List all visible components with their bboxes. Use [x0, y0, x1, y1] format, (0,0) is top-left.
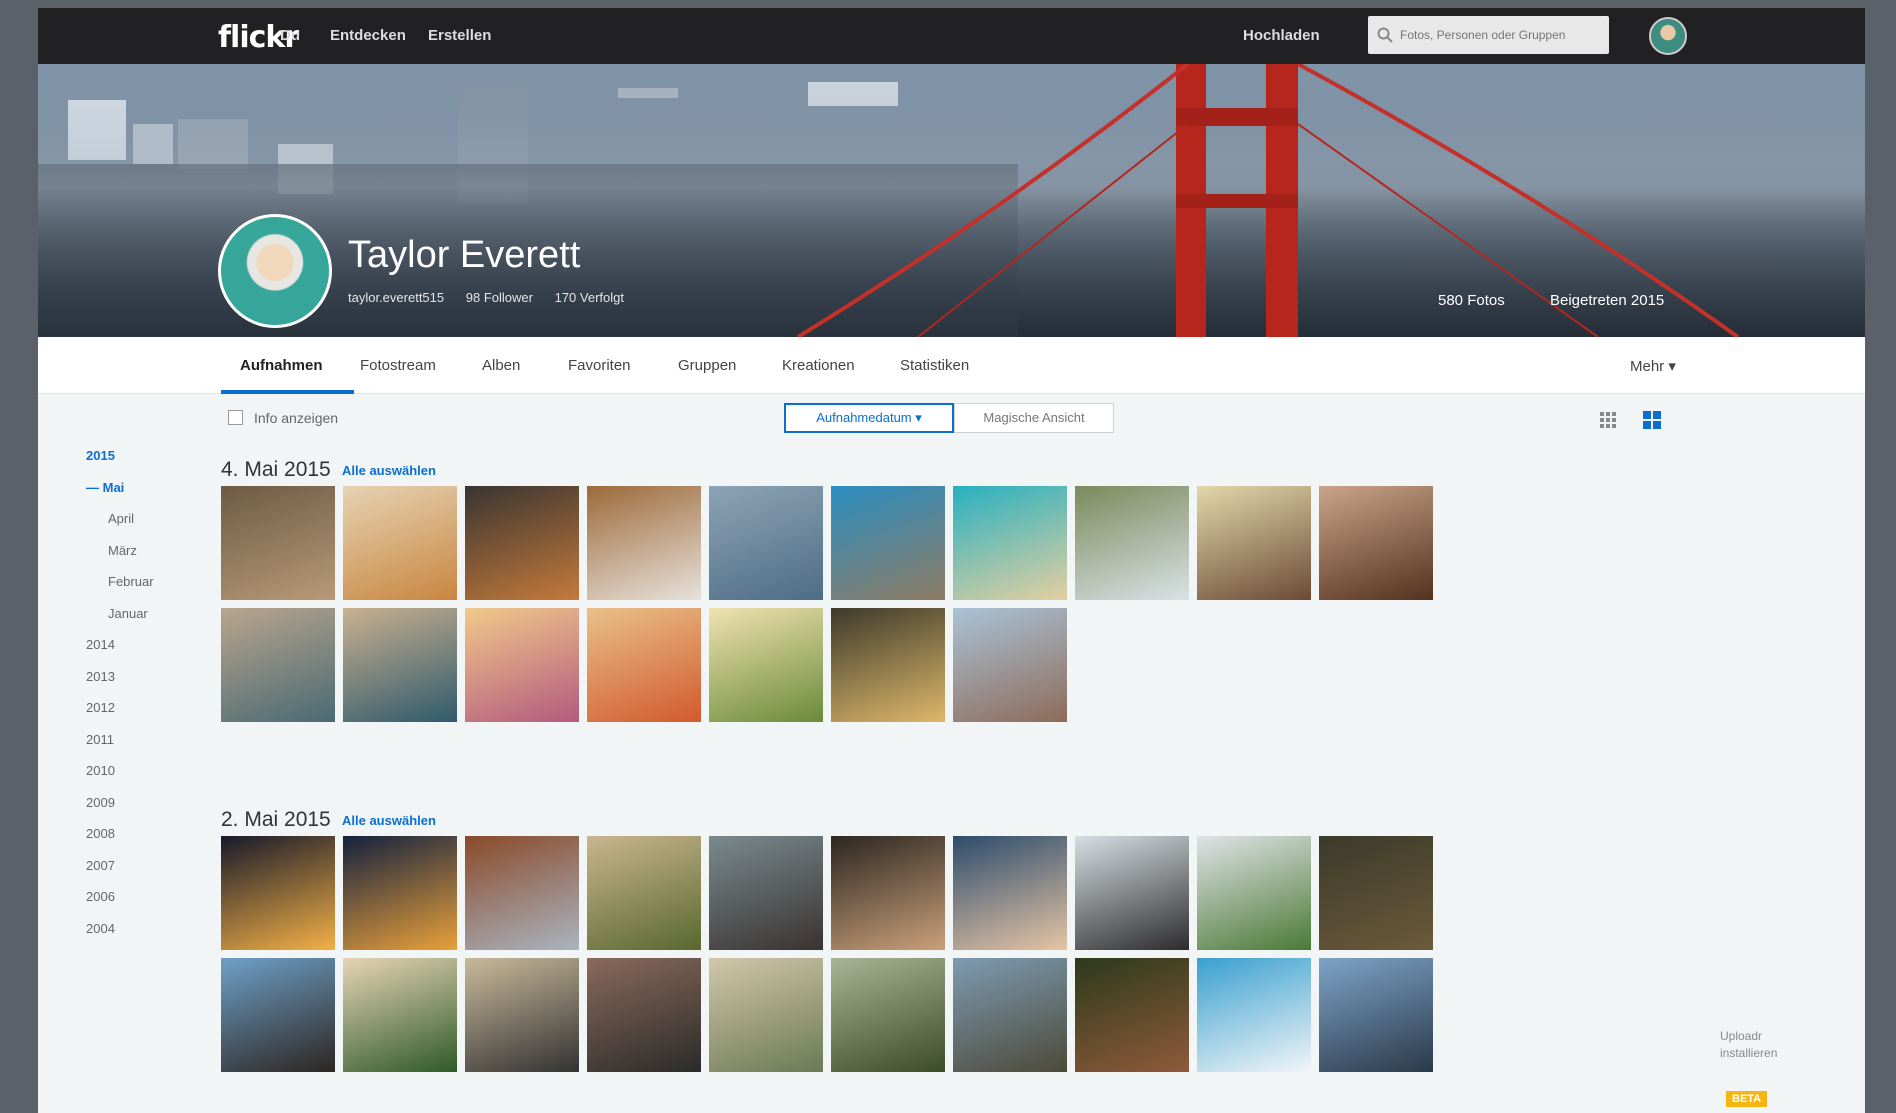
- joined-date: Beigetreten 2015: [1550, 292, 1665, 309]
- photo-thumbnail[interactable]: [1319, 486, 1433, 600]
- info-checkbox[interactable]: [228, 410, 243, 425]
- photo-thumbnail[interactable]: [343, 958, 457, 1072]
- photo-thumbnail[interactable]: [343, 608, 457, 722]
- sidebar-date-item[interactable]: Februar: [108, 574, 154, 589]
- date-group-title: 4. Mai 2015: [221, 458, 331, 481]
- profile-avatar[interactable]: [218, 214, 332, 328]
- photo-thumbnail[interactable]: [343, 836, 457, 950]
- nav-create[interactable]: Erstellen: [428, 27, 491, 44]
- profile-tabs: Aufnahmen Fotostream Alben Favoriten Gru…: [38, 337, 1865, 394]
- sidebar-date-item[interactable]: 2009: [86, 795, 115, 810]
- profile-username: taylor.everett515: [348, 290, 445, 305]
- select-all-link[interactable]: Alle auswählen: [342, 813, 436, 828]
- upload-link[interactable]: Hochladen: [1243, 27, 1320, 44]
- large-grid-icon[interactable]: [1643, 411, 1661, 429]
- active-tab-indicator: [221, 390, 354, 394]
- photo-thumbnail[interactable]: [831, 958, 945, 1072]
- select-all-link[interactable]: Alle auswählen: [342, 463, 436, 478]
- photo-thumbnail[interactable]: [587, 836, 701, 950]
- date-group-title: 2. Mai 2015: [221, 808, 331, 831]
- tab-creations[interactable]: Kreationen: [782, 357, 855, 374]
- following-link[interactable]: 170 Verfolgt: [555, 290, 624, 305]
- photo-thumbnail[interactable]: [1319, 836, 1433, 950]
- sidebar-date-item[interactable]: 2004: [86, 921, 115, 936]
- user-avatar-menu[interactable]: [1649, 17, 1687, 55]
- sidebar-date-item[interactable]: 2014: [86, 637, 115, 652]
- sidebar-date-item[interactable]: März: [108, 543, 137, 558]
- search-box[interactable]: [1368, 16, 1609, 54]
- tab-camera-roll[interactable]: Aufnahmen: [240, 357, 323, 374]
- photo-thumbnail[interactable]: [221, 486, 335, 600]
- photo-thumbnail[interactable]: [1197, 486, 1311, 600]
- photo-thumbnail[interactable]: [709, 608, 823, 722]
- photo-thumbnail[interactable]: [465, 486, 579, 600]
- search-icon: [1377, 27, 1393, 43]
- sidebar-date-item[interactable]: 2012: [86, 700, 115, 715]
- photo-thumbnail[interactable]: [1197, 958, 1311, 1072]
- top-navbar: flickr Du Entdecken Erstellen Hochladen: [38, 8, 1865, 64]
- photo-thumbnail[interactable]: [221, 958, 335, 1072]
- flickr-page: flickr Du Entdecken Erstellen Hochladen: [38, 8, 1865, 1113]
- followers-link[interactable]: 98 Follower: [466, 290, 533, 305]
- photo-thumbnail[interactable]: [587, 608, 701, 722]
- sidebar-date-item[interactable]: 2013: [86, 669, 115, 684]
- photo-thumbnail[interactable]: [465, 958, 579, 1072]
- tab-albums[interactable]: Alben: [482, 357, 520, 374]
- photo-thumbnail[interactable]: [953, 836, 1067, 950]
- sidebar-date-item[interactable]: 2010: [86, 763, 115, 778]
- sidebar-date-item[interactable]: 2011: [86, 732, 114, 747]
- beta-badge: BETA: [1726, 1091, 1768, 1107]
- photo-thumbnail[interactable]: [343, 486, 457, 600]
- photo-thumbnail[interactable]: [1075, 486, 1189, 600]
- photo-count: 580 Fotos: [1438, 292, 1505, 309]
- photo-thumbnail[interactable]: [953, 958, 1067, 1072]
- photo-thumbnail[interactable]: [709, 486, 823, 600]
- sidebar-date-item[interactable]: 2015: [86, 448, 115, 463]
- uploadr-line2: installieren: [1720, 1046, 1778, 1060]
- info-label: Info anzeigen: [254, 410, 339, 426]
- photo-thumbnail[interactable]: [831, 608, 945, 722]
- small-grid-icon[interactable]: [1600, 412, 1616, 428]
- uploadr-line1: Uploadr: [1720, 1029, 1763, 1043]
- photo-thumbnail[interactable]: [953, 608, 1067, 722]
- photo-thumbnail[interactable]: [831, 486, 945, 600]
- photo-thumbnail[interactable]: [1319, 958, 1433, 1072]
- photo-thumbnail[interactable]: [221, 608, 335, 722]
- cover-photo: Taylor Everett taylor.everett515 98 Foll…: [38, 64, 1865, 337]
- photo-thumbnail[interactable]: [831, 836, 945, 950]
- tab-favorites[interactable]: Favoriten: [568, 357, 631, 374]
- sidebar-date-item[interactable]: April: [108, 511, 134, 526]
- photo-thumbnail[interactable]: [1197, 836, 1311, 950]
- tab-photostream[interactable]: Fotostream: [360, 357, 436, 374]
- nav-discover[interactable]: Entdecken: [330, 27, 406, 44]
- photo-thumbnail[interactable]: [587, 486, 701, 600]
- photo-thumbnail[interactable]: [221, 836, 335, 950]
- nav-you[interactable]: Du: [280, 27, 300, 44]
- photo-thumbnail[interactable]: [465, 608, 579, 722]
- photo-thumbnail[interactable]: [587, 958, 701, 1072]
- more-menu[interactable]: Mehr ▾: [1630, 357, 1676, 375]
- photo-thumbnail[interactable]: [709, 836, 823, 950]
- sidebar-date-item[interactable]: — Mai: [86, 480, 124, 495]
- photo-thumbnail[interactable]: [953, 486, 1067, 600]
- profile-meta: taylor.everett515 98 Follower 170 Verfol…: [348, 290, 642, 305]
- sidebar-date-item[interactable]: Januar: [108, 606, 148, 621]
- photo-thumbnail[interactable]: [709, 958, 823, 1072]
- sort-date-dropdown[interactable]: Aufnahmedatum ▾: [784, 403, 954, 433]
- photo-thumbnail[interactable]: [1075, 958, 1189, 1072]
- sidebar-date-item[interactable]: 2006: [86, 889, 115, 904]
- sidebar-date-item[interactable]: 2008: [86, 826, 115, 841]
- uploadr-promo[interactable]: Uploadr installieren: [1720, 1028, 1777, 1062]
- sidebar-date-item[interactable]: 2007: [86, 858, 115, 873]
- photo-thumbnail[interactable]: [1075, 836, 1189, 950]
- tab-stats[interactable]: Statistiken: [900, 357, 969, 374]
- profile-name: Taylor Everett: [348, 234, 581, 276]
- photo-thumbnail[interactable]: [465, 836, 579, 950]
- search-input[interactable]: [1400, 16, 1605, 54]
- magic-view-button[interactable]: Magische Ansicht: [954, 403, 1114, 433]
- tab-groups[interactable]: Gruppen: [678, 357, 736, 374]
